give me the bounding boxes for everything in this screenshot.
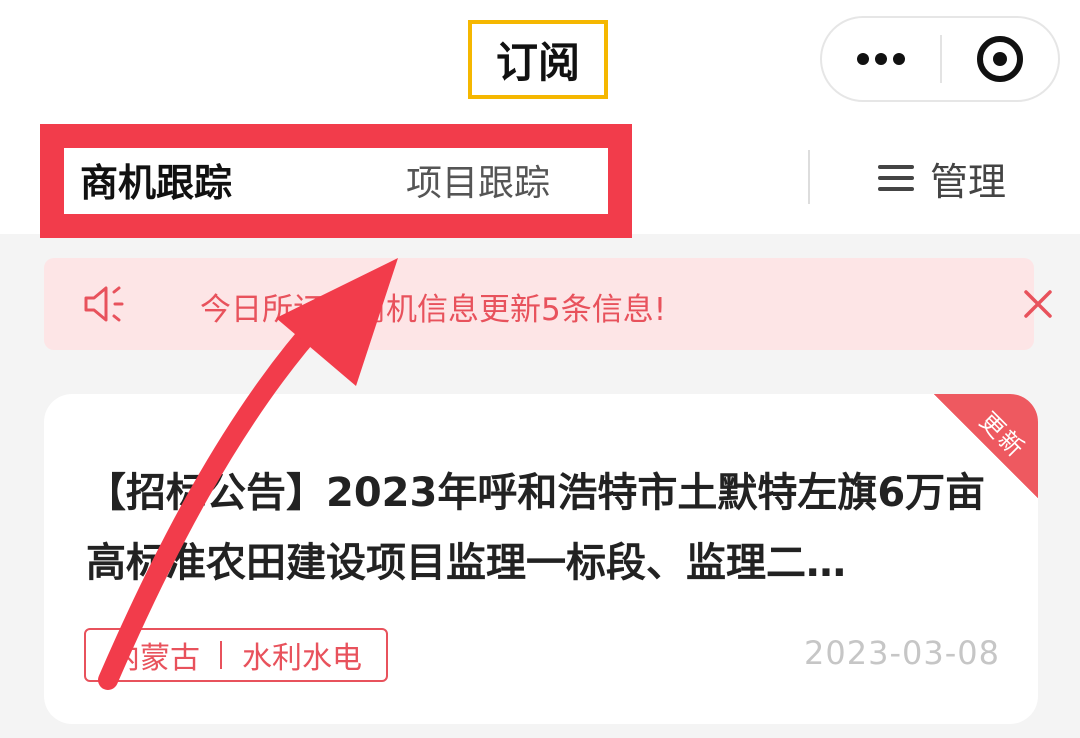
page-title: 订阅 [468, 20, 608, 99]
tag-divider [220, 641, 222, 669]
more-dots-icon [875, 53, 887, 65]
nav-header: 订阅 [0, 0, 1080, 120]
mini-program-capsule [820, 16, 1060, 102]
tab-divider [808, 150, 810, 204]
tab-opportunity-tracking[interactable]: 商机跟踪 [80, 152, 232, 207]
opportunity-card[interactable]: 更新 【招标公告】2023年呼和浩特市土默特左旗6万亩高标准农田建设项目监理一标… [44, 394, 1038, 724]
close-icon[interactable] [1018, 284, 1058, 324]
menu-icon [878, 165, 914, 191]
more-dots-icon [857, 53, 869, 65]
card-title: 【招标公告】2023年呼和浩特市土默特左旗6万亩高标准农田建设项目监理一标段、监… [86, 470, 986, 586]
close-program-button[interactable] [942, 18, 1058, 100]
tab-project-tracking[interactable]: 项目跟踪 [406, 154, 550, 206]
tag-category: 水利水电 [242, 641, 362, 676]
card-date: 2023-03-08 [804, 634, 1000, 672]
speaker-icon [84, 286, 124, 322]
notice-banner: 今日所订阅商机信息更新5条信息! [44, 258, 1052, 350]
card-tag: 内蒙古 水利水电 [84, 628, 388, 682]
target-icon [977, 36, 1023, 82]
more-button[interactable] [822, 18, 940, 100]
notice-text: 今日所订阅商机信息更新5条信息! [200, 292, 667, 328]
manage-button[interactable]: 管理 [878, 150, 1006, 206]
manage-label: 管理 [930, 159, 1007, 204]
tag-region: 内蒙古 [110, 641, 200, 676]
more-dots-icon [893, 53, 905, 65]
tab-bar: 商机跟踪 项目跟踪 管理 [0, 120, 1080, 238]
